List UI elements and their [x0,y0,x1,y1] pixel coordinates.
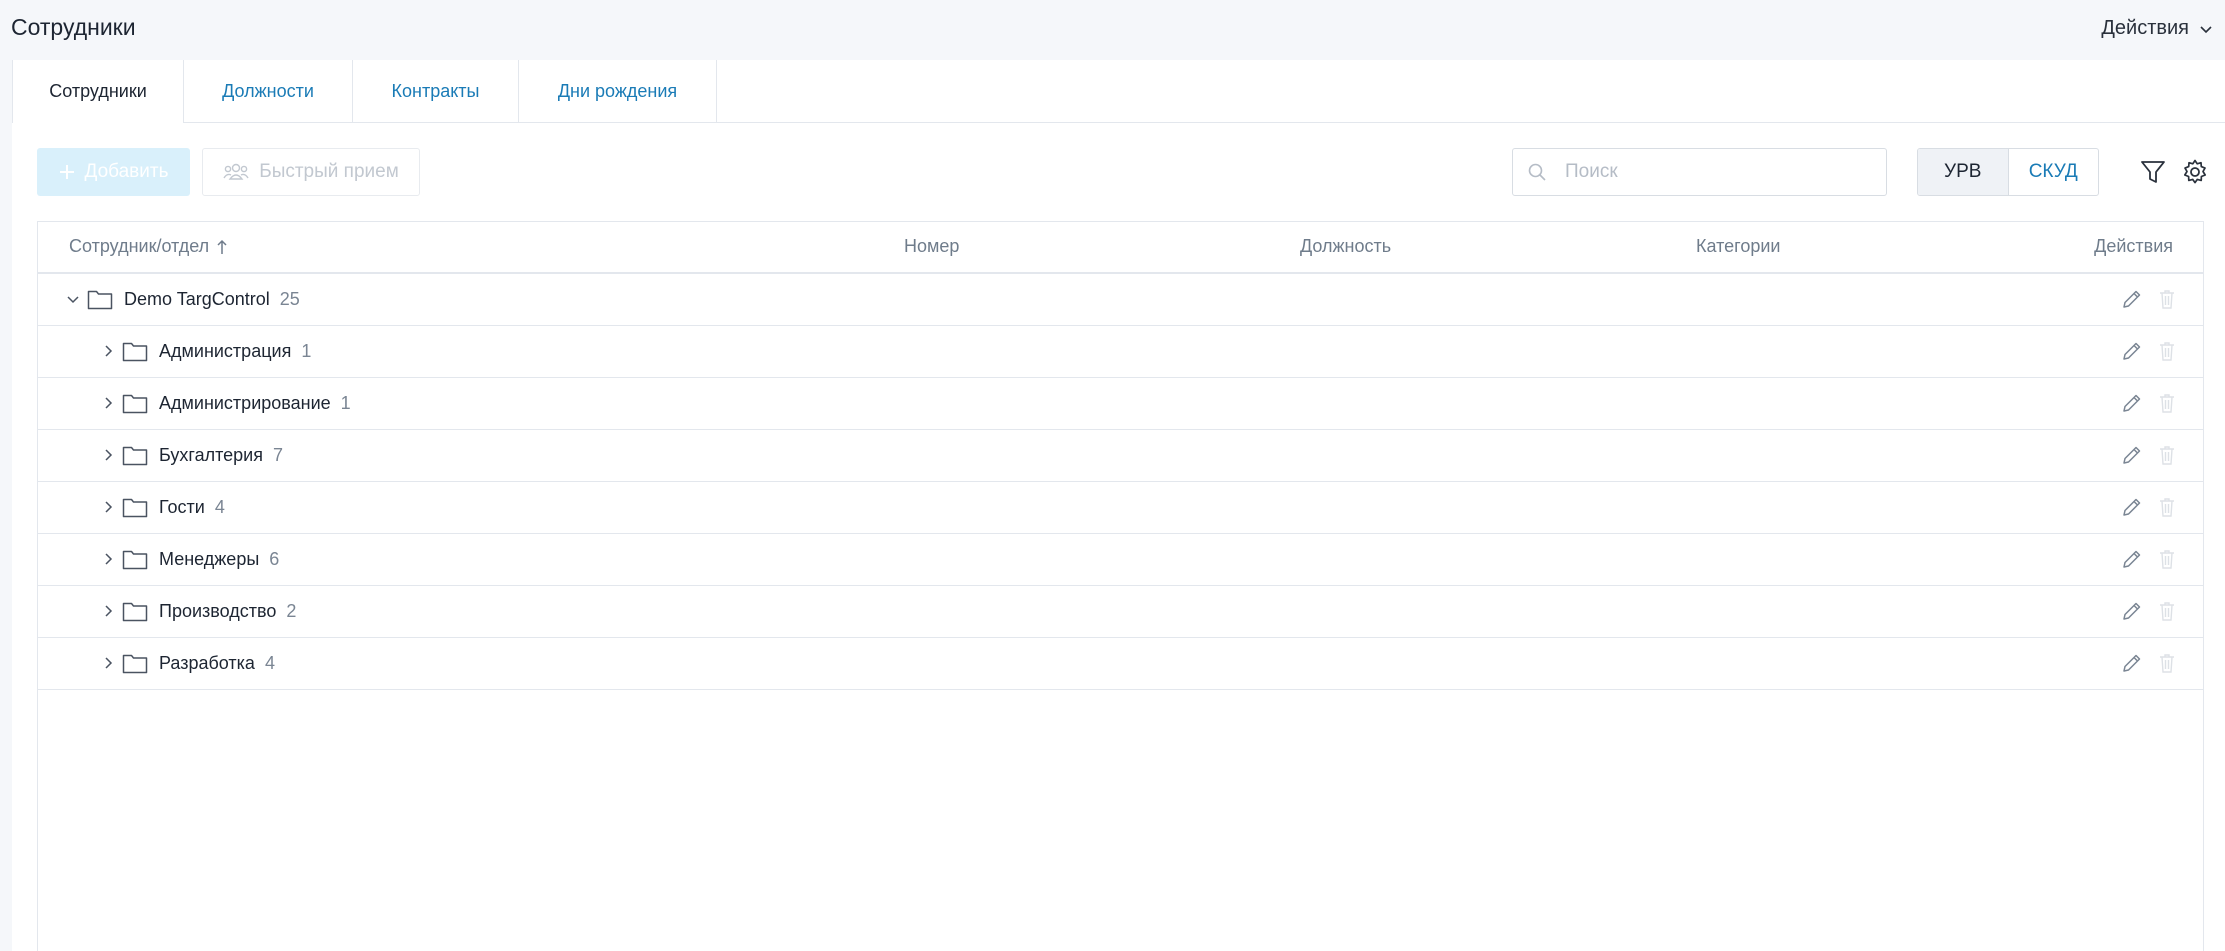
tab-positions[interactable]: Должности [184,60,353,122]
department-count: 4 [264,653,275,673]
folder-icon [122,342,148,362]
folder-icon [122,602,148,622]
tree-row[interactable]: Менеджеры 6 [38,534,2203,586]
chevron-right-icon[interactable] [100,655,116,671]
tab-contracts[interactable]: Контракты [353,60,519,122]
plus-icon [59,165,74,179]
department-count: 25 [279,289,300,309]
department-name: Гости 4 [159,497,225,518]
chevron-right-icon[interactable] [100,603,116,619]
sort-arrow-up-icon [217,239,227,254]
department-label: Производство [159,601,277,621]
tree-row-root[interactable]: Demo TargControl 25 [38,274,2203,326]
mode-urv-button[interactable]: УРВ [1918,149,2009,195]
department-label: Demo TargControl [124,289,270,309]
department-count: 1 [301,341,312,361]
folder-icon [122,654,148,674]
search-input[interactable] [1563,160,1867,184]
quick-hire-button[interactable]: Быстрый прием [202,148,420,196]
department-count: 7 [272,445,283,465]
tab-employees[interactable]: Сотрудники [12,60,184,123]
trash-icon [2160,394,2174,413]
tree-row[interactable]: Разработка 4 [38,638,2203,690]
quick-hire-label: Быстрый прием [259,161,399,182]
mode-skud-button[interactable]: СКУД [2009,149,2099,195]
department-label: Гости [159,497,205,517]
trash-icon [2160,446,2174,465]
department-name: Производство 2 [159,601,296,622]
column-header-employee[interactable]: Сотрудник/отдел [69,236,229,257]
column-header-employee-label: Сотрудник/отдел [69,236,210,256]
chevron-right-icon[interactable] [100,447,116,463]
department-name: Demo TargControl 25 [124,289,300,310]
department-name: Администрация 1 [159,341,311,362]
trash-icon [2160,498,2174,517]
department-name: Разработка 4 [159,653,275,674]
employees-table: Сотрудник/отдел Номер Должность Категори… [37,221,2204,951]
department-label: Администрирование [159,393,331,413]
tree-row[interactable]: Гости 4 [38,482,2203,534]
add-button-label: Добавить [84,161,169,182]
edit-pencil-icon[interactable] [2121,444,2143,466]
tree-row[interactable]: Администрация 1 [38,326,2203,378]
department-name: Бухгалтерия 7 [159,445,283,466]
department-label: Менеджеры [159,549,260,569]
mode-switch: УРВ СКУД [1917,148,2099,196]
column-header-position[interactable]: Должность [1300,236,1391,257]
search-icon [1528,163,1546,181]
chevron-right-icon[interactable] [100,551,116,567]
trash-icon [2160,550,2174,569]
department-label: Администрация [159,341,292,361]
folder-icon [122,394,148,414]
department-label: Разработка [159,653,255,673]
folder-icon [122,550,148,570]
edit-pencil-icon[interactable] [2121,288,2143,310]
filter-icon[interactable] [2139,158,2167,186]
department-name: Менеджеры 6 [159,549,279,570]
actions-menu[interactable]: Действия [2101,17,2213,40]
column-header-number[interactable]: Номер [904,236,959,257]
folder-icon [122,498,148,518]
gear-icon[interactable] [2181,158,2209,186]
edit-pencil-icon[interactable] [2121,652,2143,674]
actions-menu-label: Действия [2101,17,2189,39]
chevron-right-icon[interactable] [100,343,116,359]
folder-icon [87,290,113,310]
users-group-icon [223,163,249,180]
tree-row[interactable]: Бухгалтерия 7 [38,430,2203,482]
trash-icon [2160,602,2174,621]
edit-pencil-icon[interactable] [2121,392,2143,414]
trash-icon [2160,342,2174,361]
chevron-right-icon[interactable] [100,499,116,515]
department-name: Администрирование 1 [159,393,351,414]
table-header: Сотрудник/отдел Номер Должность Категори… [38,222,2203,274]
column-header-categories[interactable]: Категории [1696,236,1780,257]
content-card: Сотрудники Должности Контракты Дни рожде… [12,60,2225,951]
department-count: 2 [286,601,297,621]
trash-icon [2160,654,2174,673]
edit-pencil-icon[interactable] [2121,600,2143,622]
folder-icon [122,446,148,466]
department-count: 6 [269,549,280,569]
add-button[interactable]: Добавить [37,148,190,196]
chevron-down-icon[interactable] [65,291,81,307]
tree-row[interactable]: Администрирование 1 [38,378,2203,430]
tab-bar: Сотрудники Должности Контракты Дни рожде… [12,60,2225,123]
column-header-actions: Действия [2094,236,2173,256]
department-count: 4 [214,497,225,517]
search-box [1512,148,1887,196]
edit-pencil-icon[interactable] [2121,548,2143,570]
tab-birthdays[interactable]: Дни рождения [519,60,717,122]
trash-icon [2160,290,2174,309]
edit-pencil-icon[interactable] [2121,496,2143,518]
page-title: Сотрудники [11,14,136,40]
department-count: 1 [340,393,351,413]
tree-row[interactable]: Производство 2 [38,586,2203,638]
top-bar: Сотрудники Действия [0,0,2225,60]
chevron-right-icon[interactable] [100,395,116,411]
department-label: Бухгалтерия [159,445,263,465]
chevron-down-icon [2200,25,2212,33]
edit-pencil-icon[interactable] [2121,340,2143,362]
